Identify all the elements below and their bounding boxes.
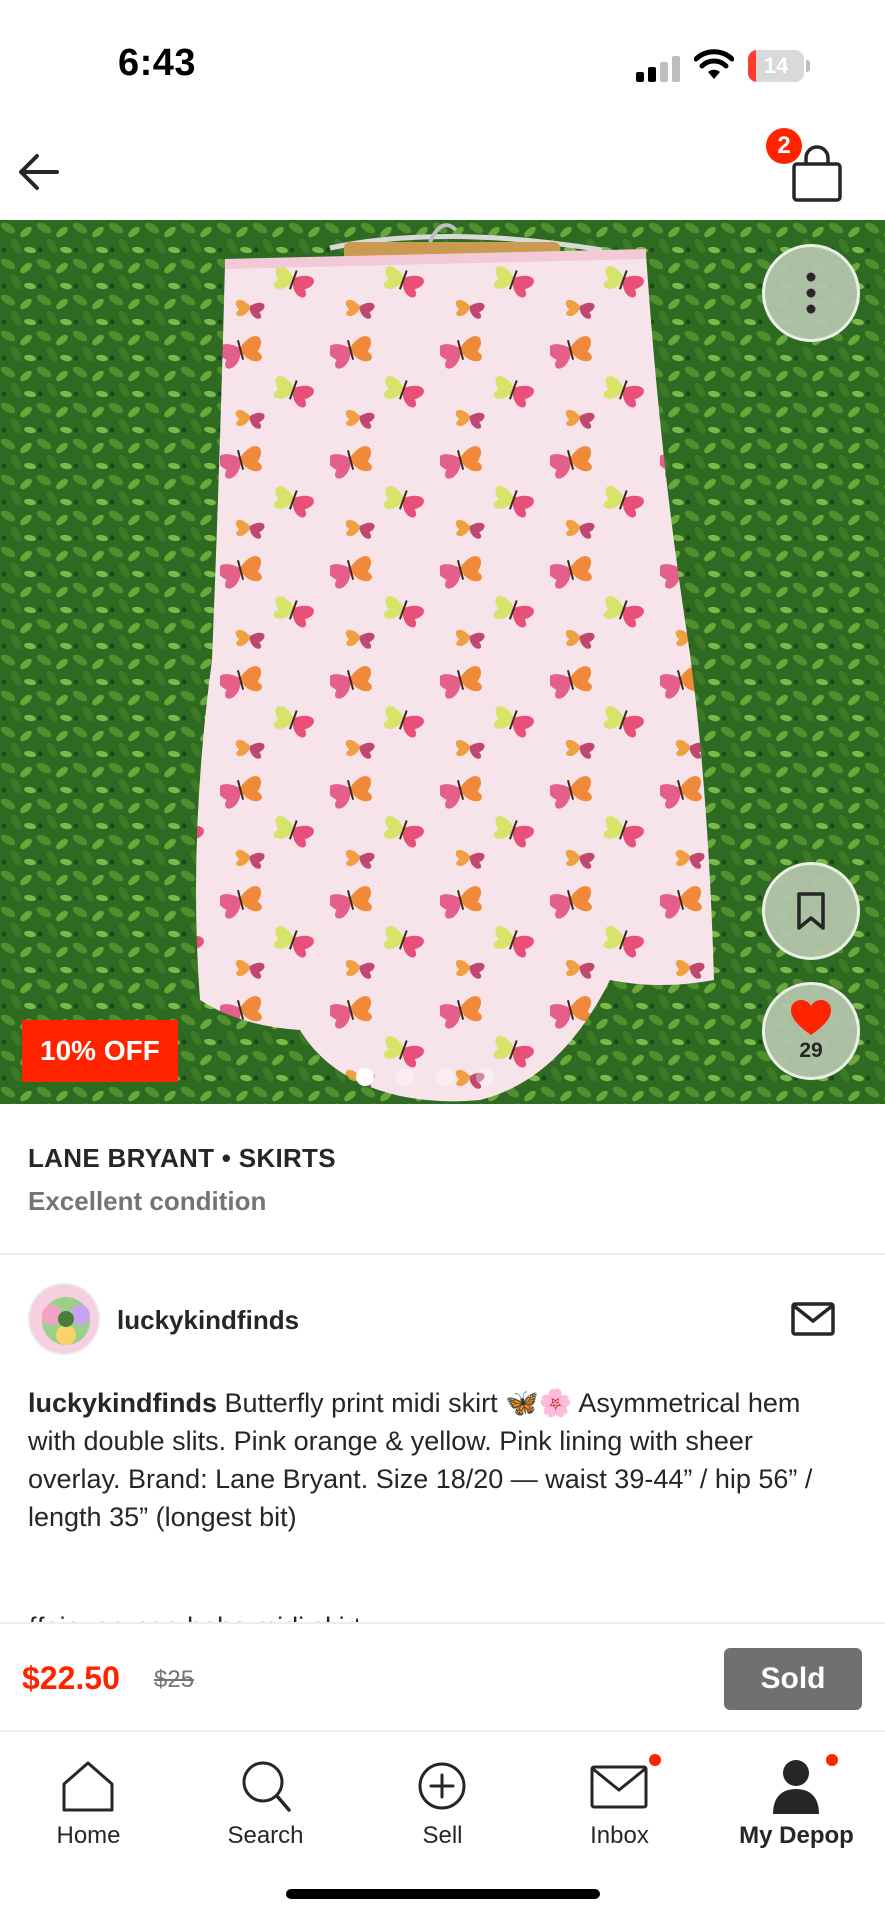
carousel-dot[interactable] xyxy=(436,1068,454,1086)
sold-button[interactable]: Sold xyxy=(724,1648,862,1710)
save-button[interactable] xyxy=(762,862,860,960)
person-icon xyxy=(773,1760,819,1814)
tab-search[interactable]: Search xyxy=(177,1748,354,1858)
status-bar: 6:43 14 xyxy=(0,0,885,120)
mail-icon xyxy=(791,1302,835,1336)
search-icon xyxy=(242,1761,291,1812)
home-indicator xyxy=(286,1889,600,1899)
tab-my-depop[interactable]: My Depop xyxy=(708,1748,885,1858)
like-button[interactable]: 29 xyxy=(762,982,860,1080)
carousel-dot[interactable] xyxy=(476,1068,494,1086)
price-bar: $22.50 $25 Sold xyxy=(0,1622,885,1732)
original-price: $25 xyxy=(154,1666,195,1693)
battery-icon: 14 xyxy=(748,50,810,82)
mail-icon xyxy=(590,1765,648,1809)
message-seller-button[interactable] xyxy=(790,1299,836,1339)
discount-badge: 10% OFF xyxy=(22,1020,178,1082)
description-overflow: {fairy grunge boho midi skirt xyxy=(28,1608,828,1622)
tab-label: Search xyxy=(227,1822,304,1849)
like-count: 29 xyxy=(799,1039,823,1062)
tab-inbox[interactable]: Inbox xyxy=(531,1748,708,1858)
item-description: luckykindfinds Butterfly print midi skir… xyxy=(28,1384,828,1536)
seller-row: luckykindfinds xyxy=(0,1283,885,1359)
carousel-dot[interactable] xyxy=(356,1068,374,1086)
product-image[interactable]: 29 10% OFF xyxy=(0,220,885,1104)
brand-category-link[interactable]: LANE BRYANT • SKIRTS xyxy=(28,1143,336,1174)
wifi-icon xyxy=(694,49,734,79)
status-time: 6:43 xyxy=(118,42,197,84)
tab-home[interactable]: Home xyxy=(0,1748,177,1858)
profile-notification-dot xyxy=(826,1754,838,1766)
skirt-photo xyxy=(0,220,885,1104)
tab-label: Inbox xyxy=(590,1822,649,1849)
heart-icon xyxy=(791,1000,831,1035)
home-icon xyxy=(62,1761,114,1812)
divider xyxy=(0,1253,885,1255)
tab-label: Home xyxy=(56,1822,121,1849)
carousel-dots xyxy=(356,1068,494,1088)
cart-count-badge: 2 xyxy=(766,128,802,164)
carousel-dot[interactable] xyxy=(396,1068,414,1086)
back-button[interactable] xyxy=(12,146,64,198)
tab-label: My Depop xyxy=(739,1822,854,1849)
battery-level: 14 xyxy=(763,53,789,78)
description-author[interactable]: luckykindfinds xyxy=(28,1388,217,1418)
tab-sell[interactable]: Sell xyxy=(354,1748,531,1858)
plus-circle-icon xyxy=(418,1762,466,1810)
avatar[interactable] xyxy=(28,1283,100,1355)
signal-icon xyxy=(636,56,682,82)
bookmark-icon xyxy=(797,892,825,930)
more-options-button[interactable] xyxy=(762,244,860,342)
top-nav xyxy=(0,120,885,220)
current-price: $22.50 xyxy=(22,1660,120,1696)
seller-username[interactable]: luckykindfinds xyxy=(117,1305,299,1336)
more-vertical-icon xyxy=(806,272,816,314)
inbox-notification-dot xyxy=(649,1754,661,1766)
tab-label: Sell xyxy=(422,1822,463,1849)
condition-label: Excellent condition xyxy=(28,1186,267,1216)
avatar-image xyxy=(30,1285,98,1353)
arrow-left-icon xyxy=(19,154,59,190)
